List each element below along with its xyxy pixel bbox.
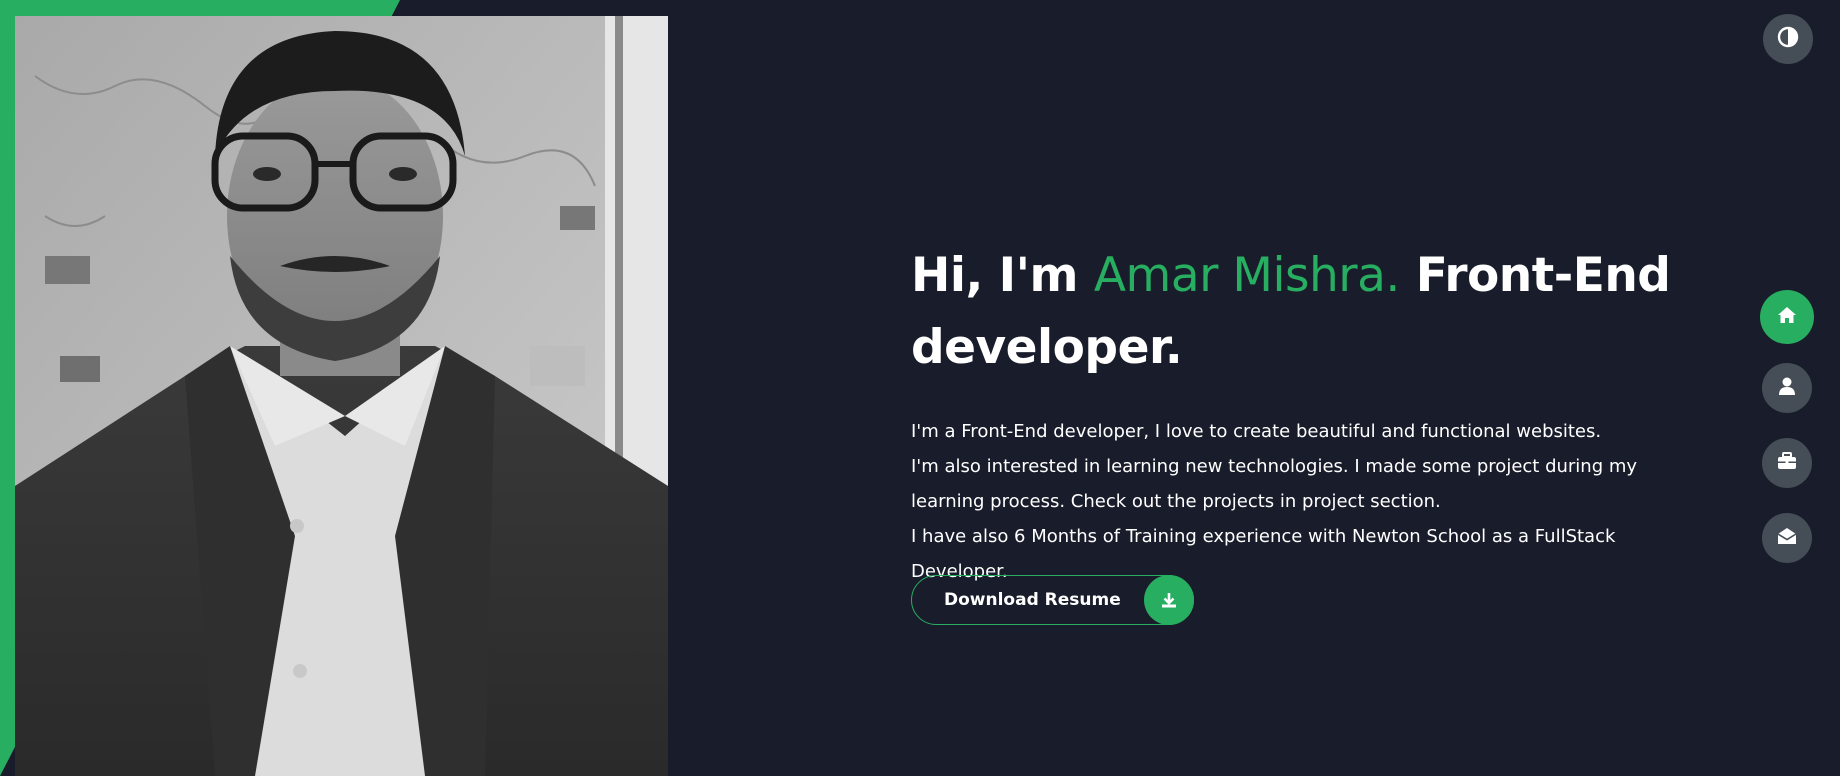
nav-about-button[interactable]: [1762, 363, 1812, 413]
hero-section: Hi, I'm Amar Mishra. Front-End developer…: [911, 240, 1711, 589]
nav-home-button[interactable]: [1760, 290, 1814, 344]
download-icon: [1144, 575, 1194, 625]
home-icon: [1776, 305, 1798, 330]
nav-portfolio-button[interactable]: [1762, 438, 1812, 488]
hero-heading: Hi, I'm Amar Mishra. Front-End developer…: [911, 240, 1711, 384]
download-resume-label: Download Resume: [944, 590, 1121, 610]
portrait-photo: [15, 16, 668, 776]
page: Hi, I'm Amar Mishra. Front-End developer…: [0, 0, 1840, 776]
greeting-text: Hi, I'm: [911, 248, 1079, 303]
hero-name: Amar Mishra.: [1093, 248, 1400, 303]
briefcase-icon: [1776, 451, 1798, 476]
bio-line: I'm also interested in learning new tech…: [911, 456, 1638, 512]
nav-contact-button[interactable]: [1762, 513, 1812, 563]
portrait-illustration: [15, 16, 668, 776]
download-resume-button[interactable]: Download Resume: [911, 575, 1194, 625]
side-nav: [1760, 290, 1814, 588]
contrast-icon: [1777, 26, 1799, 53]
theme-toggle-button[interactable]: [1763, 14, 1813, 64]
bio-line: I'm a Front-End developer, I love to cre…: [911, 421, 1602, 442]
hero-bio: I'm a Front-End developer, I love to cre…: [911, 414, 1711, 589]
user-icon: [1777, 376, 1797, 401]
envelope-open-icon: [1776, 526, 1798, 551]
